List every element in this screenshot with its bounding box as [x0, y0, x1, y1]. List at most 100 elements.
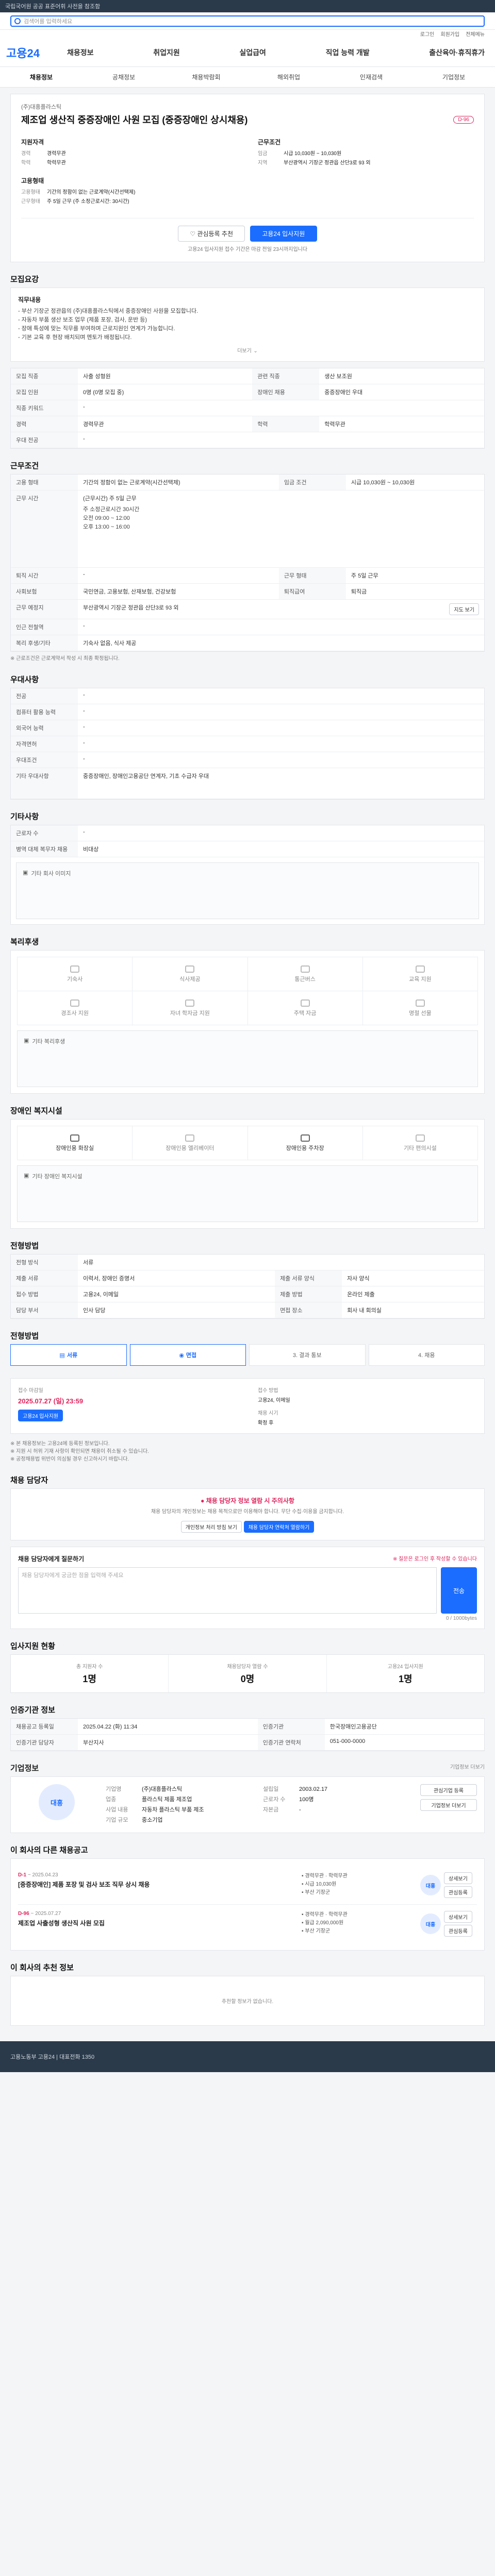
view-contact-button[interactable]: 채용 담당자 연락처 열람하기	[243, 1521, 315, 1533]
row-value: 2025.04.22 (화) 11:34	[78, 1719, 258, 1735]
stats-card: 총 지원자 수 1명 채용담당자 열람 수 0명 고용24 입사지원 1명	[10, 1654, 485, 1693]
gnb-item[interactable]: 취업지원	[149, 47, 184, 58]
related-card: 추천할 정보가 없습니다.	[10, 1976, 485, 2026]
scrap-posting-button[interactable]: 관심등록	[444, 1886, 472, 1898]
posting-dday: D-1	[18, 1872, 27, 1878]
subnav-item[interactable]: 공채정보	[82, 73, 165, 81]
row-key: 모집 인원	[11, 384, 78, 400]
welfare-item: 교육 지원	[362, 957, 478, 991]
wage-icon: ▪	[302, 1920, 304, 1926]
row-value: 기간의 정함이 없는 근로계약(시간선택제)	[78, 474, 279, 490]
chevron-down-icon[interactable]: ⌄	[253, 348, 257, 354]
welfare-section-title: 복리후생	[10, 938, 39, 946]
row-key: 우대조건	[11, 752, 78, 768]
celebration-icon	[70, 999, 80, 1007]
gnb-item[interactable]: 직업 능력 개발	[322, 47, 374, 58]
all-menu-link[interactable]: 전체메뉴	[466, 32, 485, 38]
scrap-posting-button[interactable]: 관심등록	[444, 1925, 472, 1937]
question-textarea[interactable]: 채용 담당자에게 궁금한 점을 입력해 주세요	[18, 1567, 437, 1614]
selection-table: 전형 방식 서류 제출 서류 이력서, 장애인 증명서 제출 서류 양식 자사 양식 접…	[10, 1254, 485, 1319]
row-value: -	[78, 752, 484, 768]
stat-label: 채용담당자 열람 수	[227, 1664, 268, 1670]
welfare-label: 명절 선물	[409, 1010, 432, 1016]
hours-line: 오전 09:00 ~ 12:00	[83, 515, 130, 521]
posting-item[interactable]: D-96 ~ 2025.07.27 제조업 사출성형 생산직 사원 모집 ▪ 경…	[18, 1905, 477, 1943]
row-key: 근로자 수	[11, 825, 78, 841]
row-key: 채용공고 등록일	[11, 1719, 78, 1735]
parking-icon	[300, 1134, 310, 1142]
bus-icon	[300, 965, 310, 973]
image-icon: ▣	[23, 870, 28, 876]
apply-button[interactable]: 고용24 입사지원	[250, 226, 317, 242]
method-value: 고용24, 이메일	[258, 1398, 290, 1403]
row-value: -	[78, 825, 484, 841]
privacy-policy-button[interactable]: 개인정보 처리 방침 보기	[180, 1521, 242, 1533]
result-label: 채용 시기	[258, 1411, 278, 1416]
row-value: 비대상	[78, 841, 484, 857]
extra-section-title: 기타사항	[10, 812, 39, 821]
subnav-item[interactable]: 채용박람회	[165, 73, 248, 81]
summary-key: 지역	[258, 160, 268, 166]
schedule-apply-button[interactable]: 고용24 입사지원	[18, 1410, 63, 1421]
view-posting-button[interactable]: 상세보기	[444, 1872, 472, 1884]
info-value: (주)대흥플라스틱	[142, 1786, 183, 1792]
company-image-box: ▣ 기타 회사 이미지	[16, 862, 479, 919]
row-value: -	[78, 432, 484, 448]
row-value: 시급 10,030원 ~ 10,030원	[345, 474, 484, 490]
location-icon: ▪	[302, 1928, 304, 1934]
gnb-item[interactable]: 채용정보	[63, 47, 98, 58]
top-notice-text: 국립국어원 공공 표준어휘 사전을 참조함	[5, 4, 101, 10]
scrap-button[interactable]: ♡ 관심등록 추천	[178, 226, 245, 242]
posting-title[interactable]: 제조업 사출성형 생산직 사원 모집	[18, 1919, 302, 1927]
posting-place: 부산 기장군	[305, 1890, 331, 1895]
info-value: -	[299, 1807, 301, 1813]
info-value: 100명	[299, 1797, 314, 1803]
subnav-item[interactable]: 기업정보	[412, 73, 495, 81]
brand-logo[interactable]: 고용24	[6, 44, 63, 61]
send-button[interactable]: 전송	[441, 1567, 477, 1614]
map-button[interactable]: 지도 보기	[449, 603, 479, 615]
company-name[interactable]: (주)대흥플라스틱	[21, 103, 474, 111]
subnav-item[interactable]: 채용정보	[0, 73, 82, 81]
welfare-label: 주택 자금	[293, 1010, 317, 1016]
education-icon	[415, 965, 425, 973]
company-more-link[interactable]: 기업정보 더보기	[450, 1762, 485, 1773]
gnb-item[interactable]: 실업급여	[235, 47, 270, 58]
row-value: 인사 담당	[78, 1302, 275, 1318]
info-value: 2003.02.17	[299, 1786, 328, 1792]
info-key: 기업명	[106, 1786, 122, 1792]
footer-text: 고용노동부 고용24 | 대표전화 1350	[10, 2054, 95, 2060]
subnav-item[interactable]: 인재검색	[330, 73, 412, 81]
row-value: 051-000-0000	[324, 1734, 484, 1751]
login-link[interactable]: 로그인	[420, 32, 435, 38]
join-link[interactable]: 회원가입	[440, 32, 459, 38]
summary-value: 시급 10,030원 ~ 10,030원	[284, 151, 342, 157]
company-detail-button[interactable]: 기업정보 더보기	[420, 1799, 477, 1811]
favorite-company-button[interactable]: 관심기업 등록	[420, 1784, 477, 1796]
search-input[interactable]: 검색어를 입력하세요	[10, 15, 485, 27]
view-posting-button[interactable]: 상세보기	[444, 1911, 472, 1923]
preference-section-title: 우대사항	[10, 675, 39, 684]
condition-section-title: 근무조건	[10, 462, 39, 470]
more-link[interactable]: 더보기	[237, 348, 252, 354]
gnb-item[interactable]: 출산육아·휴직휴가	[425, 47, 489, 58]
info-value: 중소기업	[142, 1817, 163, 1823]
row-value: -	[78, 736, 484, 752]
image-label: 기타 회사 이미지	[31, 871, 71, 877]
interview-icon: ◉	[179, 1352, 184, 1359]
row-value: -	[78, 619, 484, 635]
row-key: 인증기관 연락처	[257, 1734, 325, 1751]
welfare-item: 주택 자금	[248, 991, 363, 1025]
duty-line: - 부산 기장군 정관읍의 (주)대흥플라스틱에서 중증장애인 사원을 모집합니…	[18, 308, 199, 314]
posting-item[interactable]: D-1 ~ 2025.04.23 [중증장애인] 제품 포장 및 검사 보조 직…	[18, 1866, 477, 1905]
info-key: 근로자 수	[263, 1797, 286, 1803]
row-key: 모집 직종	[11, 368, 78, 384]
selection-section-title: 전형방법	[10, 1242, 39, 1250]
row-key: 고용 형태	[11, 474, 78, 490]
subnav-item[interactable]: 해외취업	[248, 73, 330, 81]
schedule-card: 접수 마감일 2025.07.27 (일) 23:59 고용24 입사지원 접수…	[10, 1378, 485, 1434]
image-label: 기타 장애인 복지시설	[32, 1174, 82, 1180]
search-icon[interactable]	[14, 18, 21, 24]
posting-title[interactable]: [중증장애인] 제품 포장 및 검사 보조 직무 상시 채용	[18, 1880, 302, 1889]
info-key: 자본금	[263, 1807, 279, 1813]
